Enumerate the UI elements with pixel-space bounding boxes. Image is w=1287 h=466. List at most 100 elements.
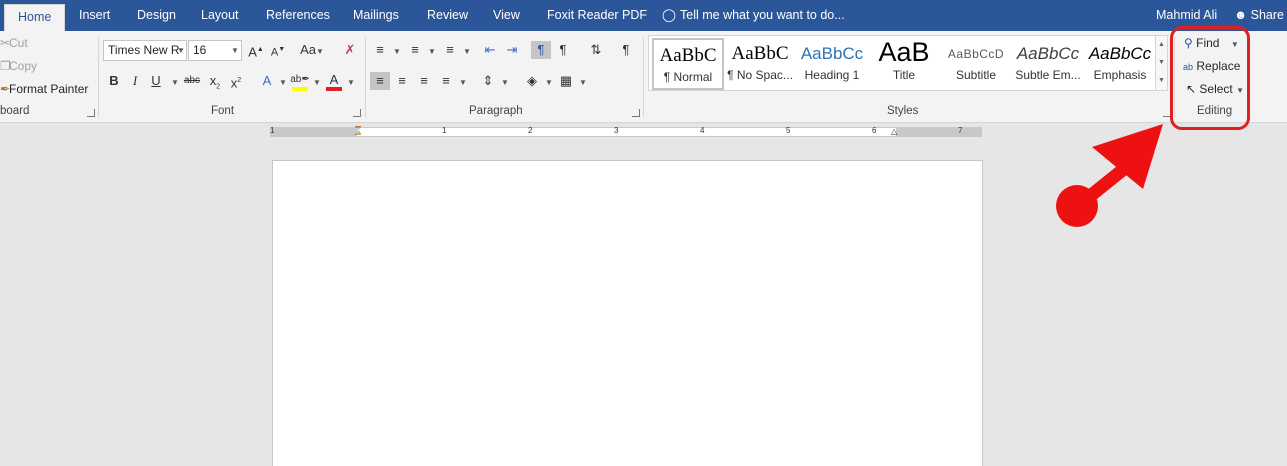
tell-me-text: Tell me what you want to do... xyxy=(680,8,845,22)
sort-icon[interactable]: ⇅ xyxy=(586,41,606,59)
bullets-icon[interactable]: ≡ xyxy=(370,41,390,59)
numbering-dropdown-icon[interactable]: ▼ xyxy=(428,47,436,56)
tab-home[interactable]: Home xyxy=(4,4,66,31)
copy-button[interactable]: Copy xyxy=(9,59,37,73)
horizontal-ruler[interactable]: 1 1 2 3 4 5 6 7 ⌛ △ xyxy=(270,126,982,137)
ltr-text-direction-icon[interactable]: ¶ xyxy=(531,41,551,59)
shading-dropdown-icon[interactable]: ▼ xyxy=(545,78,553,87)
style-preview: AaBbCcD xyxy=(947,47,1005,61)
format-painter-button[interactable]: Format Painter xyxy=(9,82,88,96)
highlight-dropdown-icon[interactable]: ▼ xyxy=(313,78,321,87)
ruler-left-margin xyxy=(270,128,357,136)
underline-dropdown-icon[interactable]: ▼ xyxy=(171,78,179,87)
align-left-icon[interactable]: ≡ xyxy=(370,72,390,90)
group-divider xyxy=(98,37,99,117)
style-subtitle[interactable]: AaBbCcD Subtitle xyxy=(940,38,1012,90)
cut-button[interactable]: Cut xyxy=(9,36,28,50)
justify-dropdown-icon[interactable]: ▼ xyxy=(459,78,467,87)
increase-indent-icon[interactable]: ⇥ xyxy=(502,41,522,59)
tab-design[interactable]: Design xyxy=(137,0,176,31)
clipboard-dialog-launcher[interactable] xyxy=(87,109,95,117)
line-spacing-icon[interactable]: ⇕ xyxy=(478,72,498,90)
style-no-spacing[interactable]: AaBbC ¶ No Spac... xyxy=(724,38,796,90)
style-title[interactable]: AaB Title xyxy=(868,38,940,90)
style-name: Subtitle xyxy=(955,68,997,82)
shading-icon[interactable]: ◈ xyxy=(522,72,542,90)
style-normal[interactable]: AaBbC ¶ Normal xyxy=(652,38,724,90)
style-emphasis[interactable]: AaBbCc Emphasis xyxy=(1084,38,1156,90)
scroll-up-icon[interactable]: ▲ xyxy=(1156,36,1167,54)
style-name: Subtle Em... xyxy=(1015,68,1081,82)
right-indent-marker[interactable]: △ xyxy=(891,127,897,136)
font-size-dropdown-icon[interactable]: ▼ xyxy=(231,46,239,55)
font-color-dropdown-icon[interactable]: ▼ xyxy=(347,78,355,87)
style-preview: AaBbCc xyxy=(800,44,864,63)
document-page[interactable] xyxy=(272,160,983,466)
strikethrough-icon[interactable]: abc xyxy=(182,72,202,90)
change-case-icon[interactable]: Aa▼ xyxy=(298,41,326,59)
rtl-text-direction-icon[interactable]: ¶ xyxy=(553,41,573,59)
line-spacing-dropdown-icon[interactable]: ▼ xyxy=(501,78,509,87)
font-name-value: Times New R xyxy=(108,43,180,57)
ruler-number: 4 xyxy=(700,126,705,135)
font-dialog-launcher[interactable] xyxy=(353,109,361,117)
highlight-color-bar xyxy=(292,87,308,91)
clear-formatting-icon[interactable]: ✗ xyxy=(340,41,360,59)
tab-mailings[interactable]: Mailings xyxy=(353,0,399,31)
style-preview: AaBbCc xyxy=(1088,44,1152,63)
numbering-icon[interactable]: ≡ xyxy=(405,41,425,59)
bold-icon[interactable]: B xyxy=(104,72,124,90)
tab-foxit-reader-pdf[interactable]: Foxit Reader PDF xyxy=(547,0,647,31)
tab-view[interactable]: View xyxy=(493,0,520,31)
style-preview: AaBbC xyxy=(731,43,789,64)
style-name: Heading 1 xyxy=(804,68,860,82)
bullets-dropdown-icon[interactable]: ▼ xyxy=(393,47,401,56)
tab-insert[interactable]: Insert xyxy=(79,0,110,31)
font-name-combobox[interactable]: Times New R xyxy=(103,40,187,61)
style-preview: AaB xyxy=(878,38,930,67)
styles-gallery-scroll[interactable]: ▲ ▼ ▼ xyxy=(1156,35,1168,91)
tell-me-box[interactable]: ◯ Tell me what you want to do... xyxy=(662,0,845,31)
ruler-number: 1 xyxy=(442,126,447,135)
font-group-label: Font xyxy=(211,105,235,117)
tab-references[interactable]: References xyxy=(266,0,330,31)
scroll-down-icon[interactable]: ▼ xyxy=(1156,54,1167,72)
more-styles-icon[interactable]: ▼ xyxy=(1156,72,1167,90)
decrease-indent-icon[interactable]: ⇤ xyxy=(480,41,500,59)
multilevel-list-dropdown-icon[interactable]: ▼ xyxy=(463,47,471,56)
ruler-number: 5 xyxy=(786,126,791,135)
borders-icon[interactable]: ▦ xyxy=(556,72,576,90)
align-right-icon[interactable]: ≡ xyxy=(414,72,434,90)
borders-dropdown-icon[interactable]: ▼ xyxy=(579,78,587,87)
paragraph-dialog-launcher[interactable] xyxy=(632,109,640,117)
style-subtle-emphasis[interactable]: AaBbCc Subtle Em... xyxy=(1012,38,1084,90)
tab-review[interactable]: Review xyxy=(427,0,468,31)
subscript-icon[interactable]: x2 xyxy=(205,72,225,91)
shrink-font-icon[interactable]: A▼ xyxy=(268,41,288,59)
text-effects-icon[interactable]: A xyxy=(257,72,277,90)
font-name-dropdown-icon[interactable]: ▼ xyxy=(177,46,185,55)
ruler-number: 2 xyxy=(528,126,533,135)
tab-layout[interactable]: Layout xyxy=(201,0,239,31)
share-label: Share xyxy=(1250,8,1284,22)
align-center-icon[interactable]: ≡ xyxy=(392,72,412,90)
paragraph-group-label: Paragraph xyxy=(469,105,523,117)
grow-font-icon[interactable]: A▲ xyxy=(246,41,266,59)
multilevel-list-icon[interactable]: ≡ xyxy=(440,41,460,59)
show-hide-marks-icon[interactable]: ¶ xyxy=(616,41,636,59)
ruler-number: 3 xyxy=(614,126,619,135)
ribbon: ✂ Cut ❐ Copy ✒ Format Painter board Time… xyxy=(0,31,1287,123)
clipboard-group-label: board xyxy=(0,105,30,117)
underline-icon[interactable]: U xyxy=(146,72,166,90)
styles-group-label: Styles xyxy=(887,105,919,117)
left-indent-marker[interactable]: ⌛ xyxy=(353,126,363,135)
text-effects-dropdown-icon[interactable]: ▼ xyxy=(279,78,287,87)
italic-icon[interactable]: I xyxy=(125,72,145,90)
style-preview: AaBbC xyxy=(659,45,717,66)
style-preview: AaBbCc xyxy=(1016,44,1080,63)
ruler-right-margin xyxy=(896,128,982,136)
style-heading-1[interactable]: AaBbCc Heading 1 xyxy=(796,38,868,90)
superscript-icon[interactable]: x2 xyxy=(226,72,246,90)
justify-icon[interactable]: ≡ xyxy=(436,72,456,90)
person-icon: ☻ xyxy=(1234,8,1248,22)
